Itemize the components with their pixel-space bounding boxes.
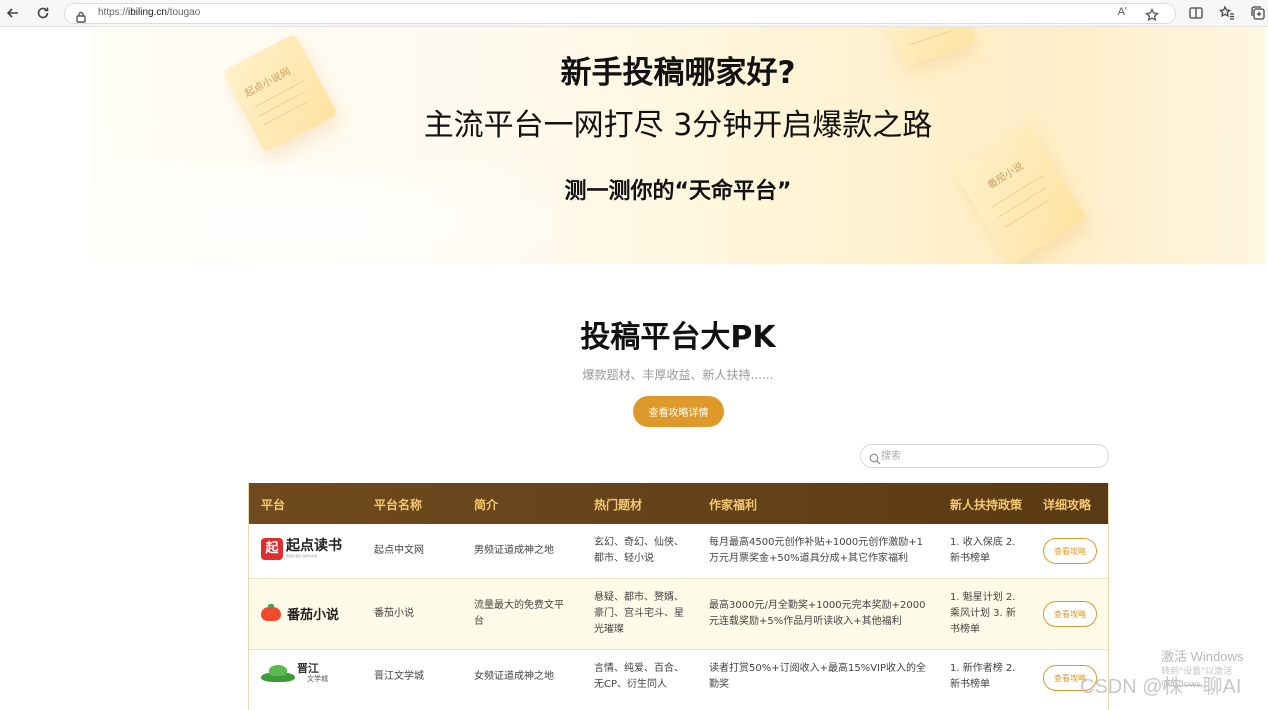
- table-header: 平台 平台名称 简介 热门题材 作家福利 新人扶持政策 详细攻略: [249, 483, 1108, 524]
- header-policy: 新人扶持政策: [950, 498, 1023, 512]
- browser-toolbar: https://ibiling.cn/tougao Aʹ: [0, 0, 1268, 27]
- csdn-watermark: CSDN @株一聊AI: [1080, 676, 1242, 698]
- platform-quiz-link[interactable]: 测一测你的“天命平台”: [91, 173, 1265, 205]
- search-box[interactable]: [860, 444, 1109, 468]
- quiz-highlight: “天命平台”: [675, 173, 792, 205]
- platform-topics: 言情、纯爱、百合、无CP、衍生同人: [594, 663, 684, 690]
- platform-benefits: 每月最高4500元创作补贴+1000元创作激励+1万元月票奖金+50%道具分成+…: [709, 537, 924, 564]
- platform-name: 晋江文学城: [374, 671, 424, 682]
- header-name: 平台名称: [374, 498, 423, 512]
- jjwxc-logo-text: 晋江: [297, 661, 319, 675]
- qidian-logo-text: 起点读书: [286, 538, 342, 554]
- windows-activation-watermark: 激活 Windows: [1161, 649, 1244, 664]
- qidian-logo: 起 起点读书 阅读有温度 创作有态度: [261, 538, 342, 560]
- read-aloud-icon[interactable]: Aʹ: [1118, 6, 1127, 18]
- quiz-prefix: 测一测你的: [564, 179, 675, 204]
- fanqie-logo: 番茄小说: [261, 603, 340, 623]
- jjwxc-logo: 晋江 文学城: [261, 662, 328, 684]
- platform-intro: 男频证道成神之地: [474, 545, 554, 556]
- table-row: 番茄小说 番茄小说 流量最大的免费文平台 悬疑、都市、赘婿、豪门、宫斗宅斗、星光…: [249, 579, 1108, 650]
- search-icon: [869, 450, 881, 465]
- header-intro: 简介: [474, 498, 499, 512]
- platform-intro: 女频证道成神之地: [474, 671, 554, 682]
- qidian-logo-icon: 起: [261, 538, 283, 560]
- header-platform: 平台: [261, 498, 286, 512]
- address-bar[interactable]: https://ibiling.cn/tougao Aʹ: [64, 3, 1176, 24]
- platform-policy: 1. 新作者榜 2. 新书榜单: [950, 663, 1016, 690]
- hero-title: 新手投稿哪家好?: [560, 55, 796, 91]
- favorite-star-icon[interactable]: [1145, 7, 1159, 22]
- refresh-icon[interactable]: [34, 4, 52, 22]
- lotus-icon: [261, 662, 295, 684]
- fanqie-logo-text: 番茄小说: [287, 608, 340, 623]
- lock-icon: [75, 8, 87, 23]
- split-screen-icon[interactable]: [1188, 5, 1204, 21]
- jjwxc-logo-sub: 文学城: [307, 674, 328, 683]
- qidian-logo-tagline: 阅读有温度 创作有态度: [286, 554, 317, 558]
- url-text: https://ibiling.cn/tougao: [98, 7, 201, 18]
- view-guide-qidian-button[interactable]: 查看攻略: [1043, 538, 1097, 564]
- header-detail: 详细攻略: [1043, 498, 1092, 512]
- platform-topics: 悬疑、都市、赘婿、豪门、宫斗宅斗、星光璀璨: [594, 592, 684, 635]
- favorites-list-icon[interactable]: [1218, 5, 1235, 21]
- platform-name: 番茄小说: [374, 608, 414, 619]
- platform-policy: 1. 魁星计划 2. 乘风计划 3. 新书榜单: [950, 592, 1016, 635]
- header-benefits: 作家福利: [709, 498, 758, 512]
- platform-policy: 1. 收入保底 2. 新书榜单: [950, 537, 1016, 564]
- platform-benefits: 最高3000元/月全勤奖+1000元完本奖励+2000元连载奖励+5%作品月听读…: [709, 600, 926, 627]
- view-guide-fanqie-button[interactable]: 查看攻略: [1043, 601, 1097, 627]
- hero-banner: 起点小说网 番茄小说 新手投稿哪家好? 主流平台一网打尽 3分钟开启爆款之路 测…: [91, 27, 1265, 264]
- section-subtitle: 爆款题材、丰厚收益、新人扶持......: [582, 368, 774, 382]
- tomato-icon: [261, 603, 281, 621]
- view-guide-button[interactable]: 查看攻略详情: [633, 396, 724, 427]
- platform-topics: 玄幻、奇幻、仙侠、都市、轻小说: [594, 537, 684, 564]
- collections-icon[interactable]: [1250, 5, 1266, 21]
- header-topics: 热门题材: [594, 498, 643, 512]
- back-arrow-icon[interactable]: [4, 4, 22, 22]
- platform-benefits: 读者打赏50%+订阅收入+最高15%VIP收入的全勤奖: [709, 663, 927, 690]
- search-input[interactable]: [881, 448, 1101, 464]
- platform-comparison-table: 平台 平台名称 简介 热门题材 作家福利 新人扶持政策 详细攻略 起 起点读书 …: [248, 483, 1109, 710]
- hero-subtitle: 主流平台一网打尽 3分钟开启爆款之路: [423, 108, 933, 143]
- platform-name: 起点中文网: [374, 545, 424, 556]
- platform-intro: 流量最大的免费文平台: [474, 600, 564, 627]
- table-row: 晋江 文学城 晋江文学城 女频证道成神之地 言情、纯爱、百合、无CP、衍生同人 …: [249, 650, 1108, 710]
- table-row: 起 起点读书 阅读有温度 创作有态度 起点中文网 男频证道成神之地 玄幻、奇幻、…: [249, 524, 1108, 579]
- section-title: 投稿平台大PK: [580, 320, 776, 355]
